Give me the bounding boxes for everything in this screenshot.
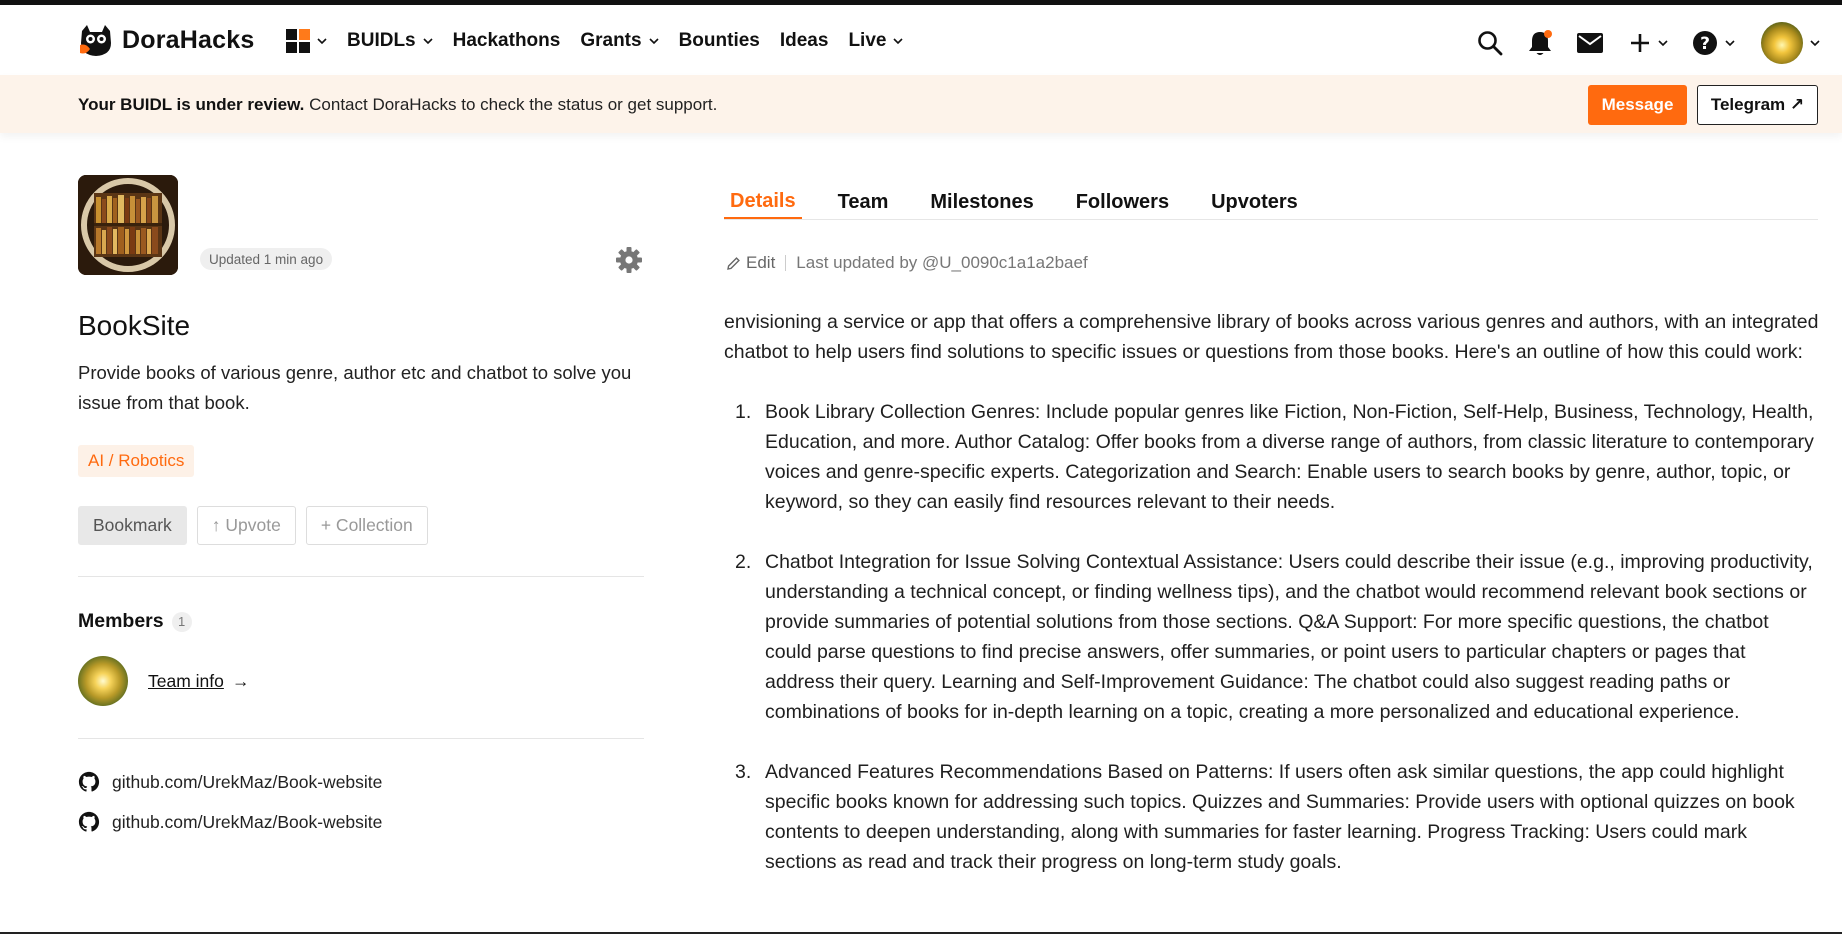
details-content: envisioning a service or app that offers… [724,307,1820,907]
github-icon [78,811,100,832]
chevron-down-icon [649,38,659,45]
chevron-down-icon [423,38,433,45]
chevron-down-icon [317,38,327,45]
brand-logo[interactable]: DoraHacks [78,23,254,57]
chevron-down-icon [893,38,904,45]
grid-menu-icon [286,29,310,53]
members-heading: Members 1 [78,610,192,633]
upvote-button[interactable]: ↑ Upvote [196,506,296,545]
divider [78,576,644,577]
edit-bar: Edit Last updated by @U_0090c1a1a2baef [726,253,1088,273]
details-intro: envisioning a service or app that offers… [724,311,1819,363]
svg-text:?: ? [1700,34,1710,54]
list-item: 3. Advanced Features Recommendations Base… [735,761,1795,873]
tab-followers[interactable]: Followers [1070,191,1175,219]
separator [785,255,787,271]
github-icon [78,771,100,792]
nav-menu: BUIDLs Hackathons Grants Bounties Ideas … [286,29,923,53]
messages-button[interactable] [1575,32,1605,54]
dorahacks-owl-icon [80,25,111,56]
tab-details[interactable]: Details [724,190,802,219]
nav-item-ideas[interactable]: Ideas [780,30,829,52]
telegram-button[interactable]: Telegram ↗ [1697,85,1818,125]
search-icon [1478,31,1503,56]
github-link[interactable]: github.com/UrekMaz/Book-website [78,811,382,833]
nav-item-buidls[interactable]: BUIDLs [347,30,433,52]
nav-item-hackathons[interactable]: Hackathons [453,30,561,52]
project-actions: Bookmark ↑ Upvote + Collection [78,506,428,545]
list-item: 2. Chatbot Integration for Issue Solving … [735,551,1813,723]
bookshelf-image [78,175,178,275]
detail-tabs: Details Team Milestones Followers Upvote… [724,186,1334,219]
help-menu-button[interactable]: ? [1692,30,1735,56]
banner-message: Your BUIDL is under review. Contact Dora… [78,95,717,115]
arrow-right-icon: → [232,671,250,691]
brand-name: DoraHacks [122,25,255,54]
list-item: 1. Book Library Collection Genres: Includ… [735,401,1814,513]
project-title: BookSite [78,310,191,341]
bell-icon [1529,30,1552,55]
team-info-link[interactable]: Team info [148,671,224,692]
last-updated-text: Last updated by @U_0090c1a1a2baef [796,253,1088,272]
banner-detail: Contact DoraHacks to check the status or… [304,95,718,114]
nav-item-live[interactable]: Live [848,30,904,52]
member-avatar[interactable] [78,656,128,706]
members-count: 1 [171,611,192,632]
banner-bold: Your BUIDL is under review. [78,95,305,114]
tabs-divider [724,219,1818,220]
project-description: Provide books of various genre, author e… [78,362,632,413]
avatar [1761,22,1803,64]
collection-button[interactable]: + Collection [305,506,428,545]
nav-item-bounties[interactable]: Bounties [679,30,760,52]
nav-item-grants[interactable]: Grants [580,30,659,52]
chevron-down-icon [1725,40,1735,47]
nav-grid-menu[interactable] [286,29,327,53]
tab-milestones[interactable]: Milestones [924,191,1039,219]
gear-icon[interactable] [614,245,644,275]
help-icon: ? [1693,31,1717,55]
chevron-down-icon [1658,40,1668,47]
mail-icon [1577,33,1603,53]
edit-button[interactable]: Edit [726,253,775,273]
nav-actions: ? [1475,21,1842,65]
create-menu-button[interactable] [1629,32,1668,54]
user-menu-button[interactable] [1761,22,1820,64]
search-button[interactable] [1475,30,1505,56]
updated-badge: Updated 1 min ago [200,248,333,270]
details-list: 1. Book Library Collection Genres: Includ… [724,397,1820,877]
review-banner: Your BUIDL is under review. Contact Dora… [0,75,1842,133]
bookmark-button[interactable]: Bookmark [78,506,187,545]
tab-team[interactable]: Team [832,191,895,219]
notifications-button[interactable] [1525,29,1555,57]
divider [78,738,644,739]
project-logo [78,175,178,275]
top-nav: DoraHacks BUIDLs Hackathons Grants Bount… [0,5,1842,75]
pencil-icon [727,256,740,270]
github-link[interactable]: github.com/UrekMaz/Book-website [78,771,382,793]
plus-icon [1631,34,1649,52]
category-tag[interactable]: AI / Robotics [78,445,195,477]
chevron-down-icon [1810,40,1820,47]
message-button[interactable]: Message [1588,85,1687,125]
tab-upvoters[interactable]: Upvoters [1205,191,1304,219]
